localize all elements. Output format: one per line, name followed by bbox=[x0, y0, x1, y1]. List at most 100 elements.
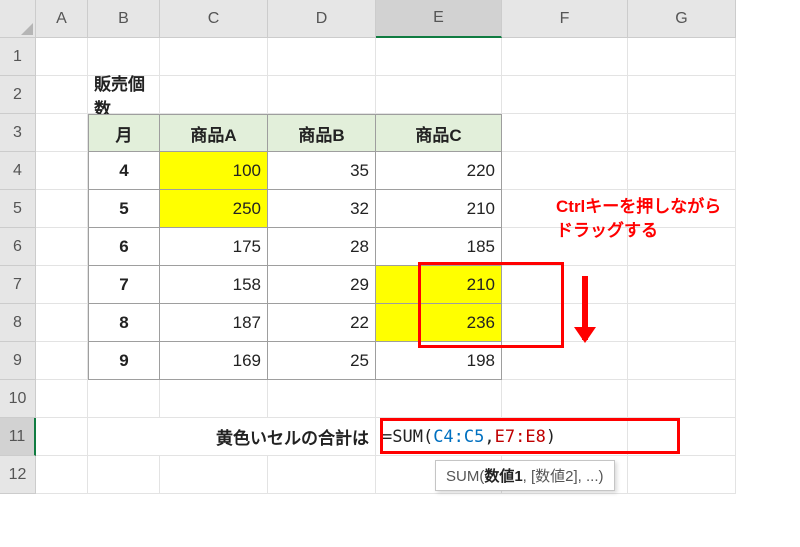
cell-F2[interactable] bbox=[502, 76, 628, 114]
col-header-F[interactable]: F bbox=[502, 0, 628, 38]
cell-D1[interactable] bbox=[268, 38, 376, 76]
row-header-8[interactable]: 8 bbox=[0, 304, 36, 342]
cell-A6[interactable] bbox=[36, 228, 88, 266]
cell-G12[interactable] bbox=[628, 456, 736, 494]
cell-F7[interactable] bbox=[502, 266, 628, 304]
cell-E8[interactable]: 236 bbox=[376, 304, 502, 342]
cell-E9[interactable]: 198 bbox=[376, 342, 502, 380]
cell-B4[interactable]: 4 bbox=[88, 152, 160, 190]
cell-G9[interactable] bbox=[628, 342, 736, 380]
cell-A9[interactable] bbox=[36, 342, 88, 380]
cell-D9[interactable]: 25 bbox=[268, 342, 376, 380]
cell-A12[interactable] bbox=[36, 456, 88, 494]
cell-E6[interactable]: 185 bbox=[376, 228, 502, 266]
cell-E5[interactable]: 210 bbox=[376, 190, 502, 228]
cell-C1[interactable] bbox=[160, 38, 268, 76]
col-header-B[interactable]: B bbox=[88, 0, 160, 38]
col-header-E[interactable]: E bbox=[376, 0, 502, 38]
cell-C5[interactable]: 250 bbox=[160, 190, 268, 228]
cell-D8[interactable]: 22 bbox=[268, 304, 376, 342]
cell-E1[interactable] bbox=[376, 38, 502, 76]
table-header-c[interactable]: 商品C bbox=[376, 114, 502, 152]
cell-D7[interactable]: 29 bbox=[268, 266, 376, 304]
cell-D5[interactable]: 32 bbox=[268, 190, 376, 228]
cell-F8[interactable] bbox=[502, 304, 628, 342]
cell-B9[interactable]: 9 bbox=[88, 342, 160, 380]
cell-F9[interactable] bbox=[502, 342, 628, 380]
cell-C6[interactable]: 175 bbox=[160, 228, 268, 266]
cell-B2-title[interactable]: 販売個数 bbox=[88, 76, 160, 114]
cell-A11[interactable] bbox=[36, 418, 88, 456]
cell-D6[interactable]: 28 bbox=[268, 228, 376, 266]
row-header-5[interactable]: 5 bbox=[0, 190, 36, 228]
cell-E7[interactable]: 210 bbox=[376, 266, 502, 304]
cell-A4[interactable] bbox=[36, 152, 88, 190]
cell-A1[interactable] bbox=[36, 38, 88, 76]
cell-E2[interactable] bbox=[376, 76, 502, 114]
cell-C8[interactable]: 187 bbox=[160, 304, 268, 342]
cell-F1[interactable] bbox=[502, 38, 628, 76]
cell-B11-label[interactable]: 黄色いセルの合計は bbox=[88, 418, 376, 456]
cell-E10[interactable] bbox=[376, 380, 502, 418]
col-header-A[interactable]: A bbox=[36, 0, 88, 38]
cell-C12[interactable] bbox=[160, 456, 268, 494]
cell-D12[interactable] bbox=[268, 456, 376, 494]
table-header-month[interactable]: 月 bbox=[88, 114, 160, 152]
row-header-7[interactable]: 7 bbox=[0, 266, 36, 304]
cell-G10[interactable] bbox=[628, 380, 736, 418]
cell-C9[interactable]: 169 bbox=[160, 342, 268, 380]
table-header-a[interactable]: 商品A bbox=[160, 114, 268, 152]
cell-E4[interactable]: 220 bbox=[376, 152, 502, 190]
row-header-3[interactable]: 3 bbox=[0, 114, 36, 152]
annotation-line1: Ctrlキーを押しながら bbox=[556, 197, 721, 216]
annotation-text: Ctrlキーを押しながら ドラッグする bbox=[556, 195, 721, 243]
cell-A7[interactable] bbox=[36, 266, 88, 304]
cell-B12[interactable] bbox=[88, 456, 160, 494]
row-header-4[interactable]: 4 bbox=[0, 152, 36, 190]
cell-G11[interactable] bbox=[628, 418, 736, 456]
cell-F3[interactable] bbox=[502, 114, 628, 152]
cell-F4[interactable] bbox=[502, 152, 628, 190]
cell-G2[interactable] bbox=[628, 76, 736, 114]
col-header-G[interactable]: G bbox=[628, 0, 736, 38]
spreadsheet-grid[interactable]: A B C D E F G 1 2 販売個数 3 月 商品A 商品B 商品C 4… bbox=[0, 0, 800, 494]
cell-F10[interactable] bbox=[502, 380, 628, 418]
row-header-11[interactable]: 11 bbox=[0, 418, 36, 456]
row-header-12[interactable]: 12 bbox=[0, 456, 36, 494]
cell-C10[interactable] bbox=[160, 380, 268, 418]
cell-D2[interactable] bbox=[268, 76, 376, 114]
cell-A3[interactable] bbox=[36, 114, 88, 152]
col-header-C[interactable]: C bbox=[160, 0, 268, 38]
cell-B10[interactable] bbox=[88, 380, 160, 418]
select-all-corner[interactable] bbox=[0, 0, 36, 38]
cell-C4[interactable]: 100 bbox=[160, 152, 268, 190]
cell-G3[interactable] bbox=[628, 114, 736, 152]
cell-B5[interactable]: 5 bbox=[88, 190, 160, 228]
row-header-1[interactable]: 1 bbox=[0, 38, 36, 76]
cell-A2[interactable] bbox=[36, 76, 88, 114]
cell-G7[interactable] bbox=[628, 266, 736, 304]
cell-A8[interactable] bbox=[36, 304, 88, 342]
cell-G8[interactable] bbox=[628, 304, 736, 342]
cell-E11-formula[interactable]: =SUM(C4:C5,E7:E8) bbox=[376, 418, 628, 456]
row-header-2[interactable]: 2 bbox=[0, 76, 36, 114]
col-header-D[interactable]: D bbox=[268, 0, 376, 38]
cell-G1[interactable] bbox=[628, 38, 736, 76]
cell-D10[interactable] bbox=[268, 380, 376, 418]
cell-C7[interactable]: 158 bbox=[160, 266, 268, 304]
row-header-9[interactable]: 9 bbox=[0, 342, 36, 380]
cell-G4[interactable] bbox=[628, 152, 736, 190]
cell-A5[interactable] bbox=[36, 190, 88, 228]
tooltip-arg1: 数値1 bbox=[484, 468, 522, 485]
formula-pre: =SUM( bbox=[382, 427, 433, 447]
cell-B8[interactable]: 8 bbox=[88, 304, 160, 342]
cell-B7[interactable]: 7 bbox=[88, 266, 160, 304]
row-header-6[interactable]: 6 bbox=[0, 228, 36, 266]
cell-C2[interactable] bbox=[160, 76, 268, 114]
cell-D4[interactable]: 35 bbox=[268, 152, 376, 190]
table-header-b[interactable]: 商品B bbox=[268, 114, 376, 152]
formula-post: ) bbox=[546, 427, 556, 447]
cell-A10[interactable] bbox=[36, 380, 88, 418]
cell-B6[interactable]: 6 bbox=[88, 228, 160, 266]
row-header-10[interactable]: 10 bbox=[0, 380, 36, 418]
